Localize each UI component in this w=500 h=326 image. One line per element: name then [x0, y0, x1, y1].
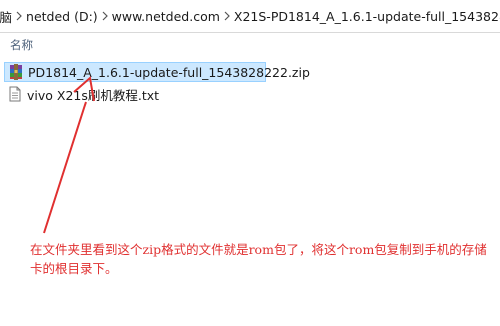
address-bar[interactable]: 电脑 netded (D:) www.netded.com X21S-PD181… — [0, 0, 500, 33]
list-item[interactable]: vivo X21s刷机教程.txt — [4, 84, 266, 104]
column-header: 名称 — [0, 32, 500, 58]
breadcrumb-item-current-folder[interactable]: X21S-PD1814_A_1.6.1-update-full_15438282… — [231, 0, 500, 32]
breadcrumb-item-computer[interactable]: 电脑 — [0, 0, 15, 32]
winrar-archive-icon — [8, 64, 24, 80]
chevron-right-icon[interactable] — [15, 0, 23, 32]
text-file-icon — [7, 86, 23, 102]
file-list: PD1814_A_1.6.1-update-full_1543828222.zi… — [0, 62, 500, 104]
file-name: vivo X21s刷机教程.txt — [27, 87, 160, 103]
breadcrumb-item-folder[interactable]: www.netded.com — [109, 0, 223, 32]
file-explorer-window: 电脑 netded (D:) www.netded.com X21S-PD181… — [0, 0, 500, 326]
list-item[interactable]: PD1814_A_1.6.1-update-full_1543828222.zi… — [4, 62, 310, 82]
breadcrumb-item-drive[interactable]: netded (D:) — [23, 0, 101, 32]
chevron-right-icon[interactable] — [101, 0, 109, 32]
annotation-note: 在文件夹里看到这个zip格式的文件就是rom包了，将这个rom包复制到手机的存储… — [30, 242, 487, 276]
chevron-right-icon[interactable] — [223, 0, 231, 32]
file-name: PD1814_A_1.6.1-update-full_1543828222.zi… — [28, 64, 310, 80]
column-header-name[interactable]: 名称 — [10, 37, 33, 53]
